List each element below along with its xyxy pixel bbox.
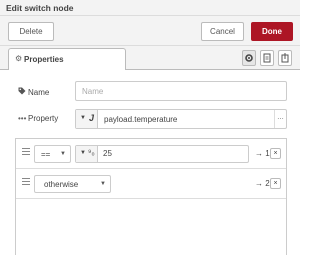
property-type-select[interactable]: ▼ J [76,110,98,128]
rule-operator-select[interactable]: == ▼ [34,145,71,163]
delete-button[interactable]: Delete [8,22,54,41]
appearance-tab-button[interactable] [278,50,292,66]
number-type-icon: ⁹₀ [88,148,95,157]
cancel-button[interactable]: Cancel [201,22,244,41]
ellipsis-icon: ••• [18,114,27,123]
rule-output-label: → 1 [255,149,270,158]
rule-delete-button[interactable]: × [270,178,281,189]
drag-handle-icon[interactable] [22,178,30,187]
property-type-icon: J [89,113,95,123]
rules-list: == ▼ ▼ ⁹₀ 25 → 1 × otherwise ▼ → 2 × [15,138,287,255]
tab-properties-label: Properties [24,55,64,64]
name-label-text: Name [28,88,50,97]
document-icon [263,53,271,63]
chevron-down-icon: ▼ [100,181,106,187]
gear-icon [245,54,253,62]
drag-handle-icon[interactable] [22,148,30,157]
rule-row: == ▼ ▼ ⁹₀ 25 → 1 × [16,139,286,169]
dialog-titlebar: Edit switch node [0,0,300,16]
rule-value-input[interactable]: ▼ ⁹₀ 25 [75,145,249,163]
node-settings-tab-button[interactable] [242,50,256,66]
tag-icon [18,87,28,97]
chevron-down-icon: ▼ [60,151,66,157]
rule-row: otherwise ▼ → 2 × [16,169,286,199]
export-icon [281,53,289,63]
property-expand-button[interactable]: … [274,110,286,128]
done-button[interactable]: Done [251,22,293,41]
tab-bar: ⚙ Properties [0,46,300,71]
rule-value-type-select[interactable]: ▼ ⁹₀ [76,146,98,162]
dialog-title: Edit switch node [6,3,74,13]
rule-delete-button[interactable]: × [270,148,281,159]
rule-value: 25 [103,149,112,158]
property-input[interactable]: ▼ J payload.temperature … [75,109,287,129]
rule-operator-value: otherwise [44,180,79,189]
name-placeholder: Name [82,87,104,96]
caret-down-icon: ▼ [80,150,86,156]
property-label-text: Property [28,114,59,123]
dialog-action-bar: Delete Cancel Done [0,16,300,46]
description-tab-button[interactable] [260,50,274,66]
name-input[interactable]: Name [75,81,287,101]
property-label: ••• Property [18,114,58,123]
gear-icon: ⚙ [15,54,23,63]
rule-operator-select[interactable]: otherwise ▼ [34,175,111,193]
name-label: Name [18,87,49,97]
tab-properties[interactable]: ⚙ Properties [8,48,126,71]
rule-operator-value: == [41,150,51,159]
rule-output-label: → 2 [255,179,270,188]
caret-down-icon: ▼ [80,115,86,121]
property-value: payload.temperature [104,115,178,124]
